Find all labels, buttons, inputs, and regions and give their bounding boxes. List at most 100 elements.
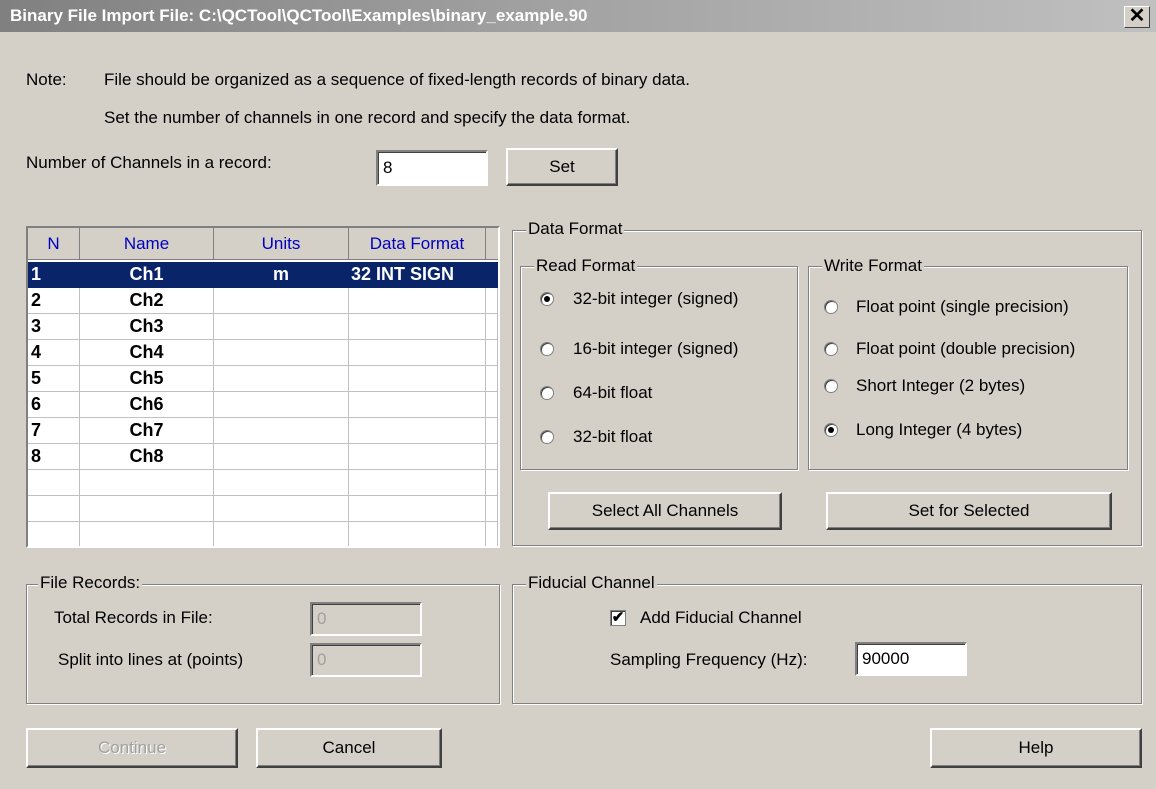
write-option-label: Float point (single precision)	[856, 297, 1069, 316]
total-records-label: Total Records in File:	[54, 608, 213, 627]
cell-data-format	[349, 392, 486, 418]
table-row[interactable]	[28, 470, 498, 496]
cell-filler	[486, 470, 498, 496]
cell-filler	[486, 288, 498, 314]
write-option-label: Short Integer (2 bytes)	[856, 376, 1026, 395]
cell-filler	[486, 444, 498, 470]
cell-data-format	[349, 366, 486, 392]
cell-name: Ch4	[80, 340, 214, 366]
cell-n	[28, 470, 80, 496]
channel-table[interactable]: N Name Units Data Format 1 Ch1 m 32 INT SIG…	[26, 226, 500, 548]
read-format-label: Read Format	[534, 256, 638, 276]
cell-name: Ch1	[80, 262, 214, 288]
write-option-label: Float point (double precision)	[856, 339, 1076, 358]
note-line-1: File should be organized as a sequence o…	[104, 70, 690, 89]
add-fiducial-checkbox[interactable]: ✔ Add Fiducial Channel	[610, 607, 850, 631]
cell-n: 7	[28, 418, 80, 444]
note-label: Note:	[26, 70, 67, 89]
table-row[interactable]	[28, 522, 498, 546]
cell-data-format	[349, 418, 486, 444]
table-row[interactable]: 2 Ch2	[28, 288, 498, 314]
write-option-short-int[interactable]: Short Integer (2 bytes)	[822, 375, 1122, 399]
table-row[interactable]: 8 Ch8	[28, 444, 498, 470]
write-option-long-int[interactable]: Long Integer (4 bytes)	[822, 419, 1122, 443]
column-header-name[interactable]: Name	[80, 228, 214, 260]
checkbox-icon: ✔	[610, 610, 626, 626]
read-option-label: 64-bit float	[573, 383, 653, 402]
column-header-data-format[interactable]: Data Format	[349, 228, 486, 260]
cell-n: 6	[28, 392, 80, 418]
cell-name: Ch2	[80, 288, 214, 314]
cell-data-format	[349, 522, 486, 546]
set-for-selected-button[interactable]: Set for Selected	[826, 492, 1112, 530]
cell-name: Ch8	[80, 444, 214, 470]
table-row[interactable]: 5 Ch5	[28, 366, 498, 392]
radio-icon	[540, 386, 554, 400]
cancel-button[interactable]: Cancel	[256, 728, 442, 768]
close-button[interactable]: ✕	[1124, 6, 1150, 28]
cell-n: 1	[28, 262, 80, 288]
cell-name: Ch3	[80, 314, 214, 340]
read-option-label: 32-bit integer (signed)	[573, 289, 739, 308]
read-option-32bit-float[interactable]: 32-bit float	[538, 426, 788, 450]
title-bar: Binary File Import File: C:\QCTool\QCToo…	[0, 0, 1156, 32]
column-header-filler	[486, 228, 498, 260]
table-row[interactable]: 4 Ch4	[28, 340, 498, 366]
cell-units: m	[214, 262, 349, 288]
continue-button[interactable]: Continue	[26, 728, 238, 768]
cell-units	[214, 392, 349, 418]
cell-units	[214, 522, 349, 546]
read-option-label: 16-bit integer (signed)	[573, 339, 739, 358]
read-option-16bit-int[interactable]: 16-bit integer (signed)	[538, 338, 788, 362]
checkmark-icon: ✔	[611, 609, 625, 626]
help-button[interactable]: Help	[930, 728, 1142, 768]
fiducial-channel-group	[512, 584, 1142, 704]
set-channels-button[interactable]: Set	[506, 148, 618, 186]
split-lines-input[interactable]: 0	[310, 643, 422, 677]
file-records-group	[26, 584, 500, 704]
cell-name: Ch7	[80, 418, 214, 444]
cell-n: 4	[28, 340, 80, 366]
write-option-float-double[interactable]: Float point (double precision)	[822, 338, 1122, 362]
cell-filler	[486, 418, 498, 444]
cell-data-format	[349, 444, 486, 470]
cell-name	[80, 522, 214, 546]
cell-filler	[486, 392, 498, 418]
cell-units	[214, 470, 349, 496]
cell-units	[214, 496, 349, 522]
cell-filler	[486, 522, 498, 546]
table-row[interactable]: 6 Ch6	[28, 392, 498, 418]
read-option-32bit-int[interactable]: 32-bit integer (signed)	[538, 288, 788, 312]
add-fiducial-label: Add Fiducial Channel	[640, 608, 802, 627]
table-body: 1 Ch1 m 32 INT SIGN 2 Ch2 3 Ch3 4 Ch4 5 Ch5 6 Ch6 7 Ch7…	[28, 262, 498, 546]
cell-filler	[486, 366, 498, 392]
cell-units	[214, 288, 349, 314]
write-option-float-single[interactable]: Float point (single precision)	[822, 296, 1122, 320]
write-option-label: Long Integer (4 bytes)	[856, 420, 1023, 439]
select-all-channels-button[interactable]: Select All Channels	[548, 492, 782, 530]
note-line-2: Set the number of channels in one record…	[104, 108, 631, 127]
sampling-frequency-input[interactable]: 90000	[855, 642, 967, 676]
split-lines-label: Split into lines at (points)	[58, 650, 244, 669]
read-option-64bit-float[interactable]: 64-bit float	[538, 382, 788, 406]
channels-count-input[interactable]: 8	[376, 150, 488, 186]
cell-name	[80, 470, 214, 496]
cell-data-format	[349, 496, 486, 522]
window-title: Binary File Import File: C:\QCTool\QCToo…	[10, 6, 588, 25]
cell-units	[214, 366, 349, 392]
table-row[interactable]: 3 Ch3	[28, 314, 498, 340]
cell-units	[214, 418, 349, 444]
column-header-units[interactable]: Units	[214, 228, 349, 260]
cell-name: Ch6	[80, 392, 214, 418]
table-row[interactable]: 7 Ch7	[28, 418, 498, 444]
write-format-label: Write Format	[822, 256, 924, 276]
table-row[interactable]: 1 Ch1 m 32 INT SIGN	[28, 262, 498, 288]
cell-name: Ch5	[80, 366, 214, 392]
fiducial-channel-label: Fiducial Channel	[526, 573, 657, 593]
cell-filler	[486, 340, 498, 366]
cell-units	[214, 314, 349, 340]
cell-name	[80, 496, 214, 522]
column-header-n[interactable]: N	[28, 228, 80, 260]
table-row[interactable]	[28, 496, 498, 522]
total-records-input[interactable]: 0	[310, 602, 422, 636]
